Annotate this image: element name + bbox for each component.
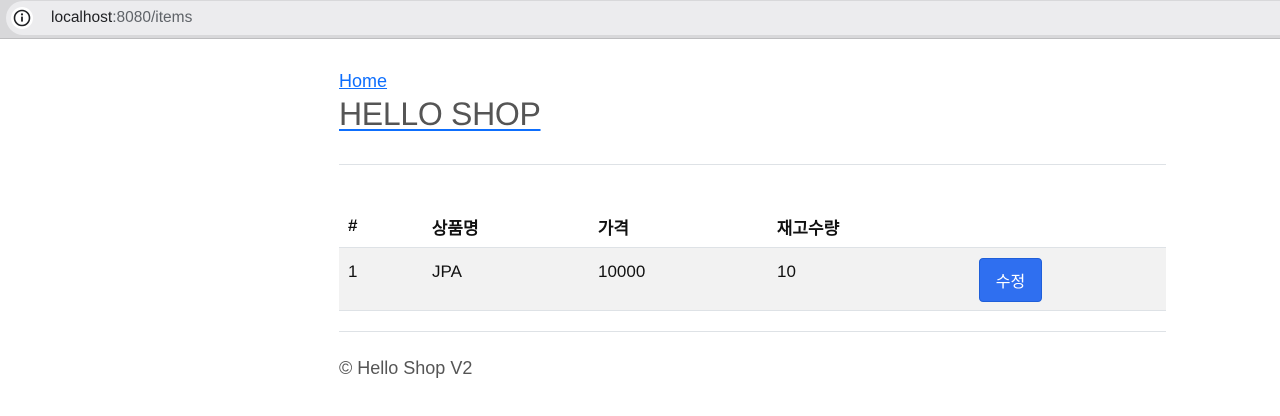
header-stock: 재고수량 bbox=[768, 205, 973, 248]
items-table: # 상품명 가격 재고수량 1 JPA 10000 10 수정 bbox=[339, 205, 1166, 311]
url-path: :8080/items bbox=[112, 9, 193, 26]
cell-price: 10000 bbox=[589, 247, 768, 311]
header-action bbox=[973, 205, 1166, 248]
cell-action: 수정 bbox=[973, 247, 1166, 311]
browser-toolbar: localhost:8080/items bbox=[0, 0, 1280, 39]
url-host: localhost bbox=[51, 9, 113, 26]
url-text[interactable]: localhost:8080/items bbox=[51, 9, 192, 27]
header-id: # bbox=[339, 205, 423, 248]
footer-text: © Hello Shop V2 bbox=[339, 358, 473, 378]
header-price: 가격 bbox=[589, 205, 768, 248]
divider bbox=[339, 164, 1166, 165]
page-container: Home HELLO SHOP # 상품명 가격 재고수량 1 JPA 1000… bbox=[339, 44, 1166, 378]
address-bar[interactable]: localhost:8080/items bbox=[6, 1, 1280, 35]
edit-button[interactable]: 수정 bbox=[979, 258, 1042, 302]
cell-stock: 10 bbox=[768, 247, 973, 311]
divider bbox=[339, 331, 1166, 332]
cell-name: JPA bbox=[423, 247, 589, 311]
brand-title-link[interactable]: HELLO SHOP bbox=[339, 96, 1166, 133]
cell-id: 1 bbox=[339, 247, 423, 311]
header-name: 상품명 bbox=[423, 205, 589, 248]
home-link[interactable]: Home bbox=[339, 71, 387, 92]
table-header-row: # 상품명 가격 재고수량 bbox=[339, 205, 1166, 248]
info-icon[interactable] bbox=[11, 7, 33, 29]
table-row: 1 JPA 10000 10 수정 bbox=[339, 247, 1166, 311]
